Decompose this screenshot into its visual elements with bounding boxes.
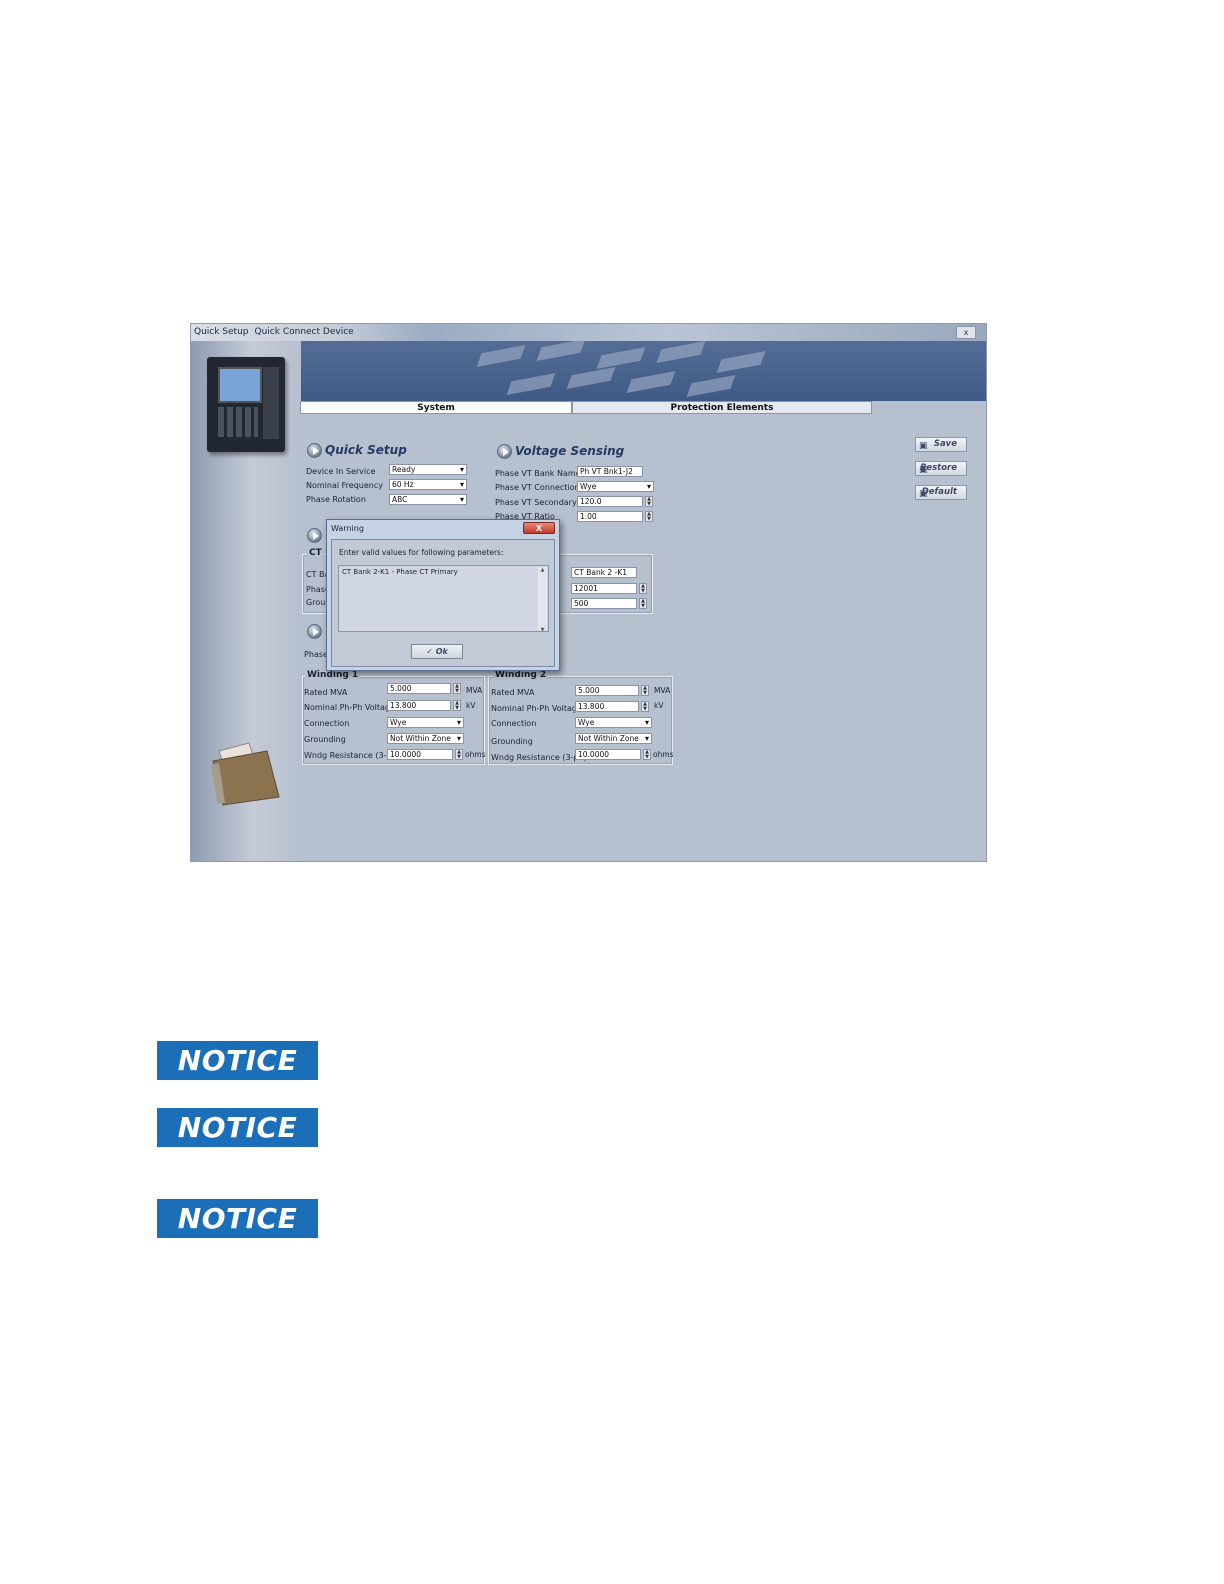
w1-rated-mva-spinner[interactable]: ▲ ▼ [453, 683, 461, 694]
winding1-title: Winding 1 [305, 670, 361, 680]
phase-vt-ratio-spinner[interactable]: ▲ ▼ [645, 511, 653, 522]
phase-vt-bank-name-input[interactable]: Ph VT Bnk1-J2 [577, 466, 643, 477]
w1-rated-mva-label: Rated MVA [304, 688, 348, 697]
phase-ct-primary-input[interactable]: 12001 [571, 583, 637, 594]
ground-ct-primary-spinner[interactable]: ▲ ▼ [639, 598, 647, 609]
relay-device-image [207, 357, 285, 452]
restore-icon: ▣ [919, 465, 928, 475]
phase-vt-secondary-spinner[interactable]: ▲ ▼ [645, 496, 653, 507]
ok-button[interactable]: ✓ Ok [411, 644, 463, 659]
w2-resistance-label: Wndg Resistance (3-ph) [491, 753, 587, 762]
device-screen [218, 367, 262, 403]
tab-protection-elements[interactable]: Protection Elements [572, 401, 872, 414]
phase-vt-ratio-input[interactable]: 1.00 [577, 511, 643, 522]
w2-resistance-spinner[interactable]: ▲ ▼ [643, 749, 651, 760]
winding2-title: Winding 2 [493, 670, 549, 680]
ok-label: Ok [435, 647, 448, 656]
quick-setup-arrow-icon[interactable] [307, 443, 322, 458]
folder-icon [211, 742, 280, 806]
device-in-service-label: Device In Service [306, 467, 376, 476]
w1-resistance-spinner[interactable]: ▲ ▼ [455, 749, 463, 760]
title-quick-connect: Quick Connect Device [254, 327, 354, 337]
w2-rated-mva-label: Rated MVA [491, 688, 535, 697]
w1-grounding-select[interactable]: Not Within Zone [387, 733, 464, 744]
w1-resistance-input[interactable]: 10.0000 [387, 749, 453, 760]
window-close-button[interactable]: x [956, 326, 976, 339]
notice-badge: NOTICE [157, 1041, 318, 1080]
phase-vt-secondary-label: Phase VT Secondary [495, 498, 577, 507]
w2-connection-select[interactable]: Wye [575, 717, 652, 728]
notice-badge: NOTICE [157, 1108, 318, 1147]
w1-nominal-voltage-input[interactable]: 13.800 [387, 700, 451, 711]
device-side-panel [263, 367, 279, 439]
notice-badge: NOTICE [157, 1199, 318, 1238]
device-keypad [218, 407, 258, 437]
w2-grounding-label: Grounding [491, 737, 533, 746]
save-label: Save [933, 439, 957, 449]
w2-rated-mva-spinner[interactable]: ▲ ▼ [641, 685, 649, 696]
ground-ct-primary-input[interactable]: 500 [571, 598, 637, 609]
ct-bank-name-input[interactable]: CT Bank 2 -K1 [571, 567, 637, 578]
default-icon: ▣ [919, 489, 928, 499]
w1-resistance-label: Wndg Resistance (3-ph) [304, 751, 400, 760]
ct-arrow-icon[interactable] [307, 528, 322, 543]
voltage-sensing-arrow-icon[interactable] [497, 444, 512, 459]
phase-ct-primary-spinner[interactable]: ▲ ▼ [639, 583, 647, 594]
list-scrollbar[interactable]: ▲ ▼ [538, 567, 547, 633]
list-item[interactable]: CT Bank 2-K1 - Phase CT Primary [342, 568, 458, 576]
phase-vt-connection-label: Phase VT Connection [495, 483, 580, 492]
w1-nominal-voltage-spinner[interactable]: ▲ ▼ [453, 700, 461, 711]
quick-setup-window: Quick Setup Quick Connect Device x System… [190, 323, 987, 862]
save-icon: ▣ [919, 441, 928, 451]
w1-connection-select[interactable]: Wye [387, 717, 464, 728]
header-banner [301, 341, 986, 401]
w1-connection-label: Connection [304, 719, 350, 728]
nominal-frequency-select[interactable]: 60 Hz [389, 479, 467, 490]
left-sidebar [191, 341, 301, 861]
default-button[interactable]: ▣ Default [915, 485, 967, 500]
device-in-service-select[interactable]: Ready [389, 464, 467, 475]
restore-button[interactable]: ▣ Restore [915, 461, 967, 476]
warning-message: Enter valid values for following paramet… [339, 548, 504, 557]
w2-grounding-select[interactable]: Not Within Zone [575, 733, 652, 744]
phase-rotation-select[interactable]: ABC [389, 494, 467, 505]
transformer-arrow-icon[interactable] [307, 624, 322, 639]
tab-system[interactable]: System [300, 401, 572, 414]
phase-fragment-label: Phase [304, 650, 328, 659]
w2-rated-mva-input[interactable]: 5.000 [575, 685, 639, 696]
check-icon: ✓ [426, 647, 433, 656]
w2-connection-label: Connection [491, 719, 537, 728]
save-button[interactable]: ▣ Save [915, 437, 967, 452]
warning-dialog-title: Warning [331, 524, 364, 533]
voltage-sensing-heading: Voltage Sensing [515, 444, 625, 458]
w2-nominal-voltage-input[interactable]: 13.800 [575, 701, 639, 712]
phase-vt-connection-select[interactable]: Wye [577, 481, 654, 492]
w2-nominal-voltage-unit: kV [654, 701, 664, 710]
w2-resistance-input[interactable]: 10.0000 [575, 749, 641, 760]
w2-nominal-voltage-label: Nominal Ph-Ph Voltage [491, 704, 582, 713]
invalid-parameters-list[interactable]: CT Bank 2-K1 - Phase CT Primary ▲ ▼ [338, 565, 549, 633]
quick-setup-heading: Quick Setup [325, 443, 407, 457]
w1-nominal-voltage-label: Nominal Ph-Ph Voltage [304, 703, 395, 712]
w1-resistance-unit: ohms [465, 750, 486, 759]
phase-vt-bank-name-label: Phase VT Bank Name [495, 469, 581, 478]
w1-grounding-label: Grounding [304, 735, 346, 744]
title-bar: Quick Setup Quick Connect Device x [191, 324, 986, 341]
warning-dialog-body: Enter valid values for following paramet… [331, 539, 555, 667]
w1-rated-mva-input[interactable]: 5.000 [387, 683, 451, 694]
window-title: Quick Setup Quick Connect Device [194, 327, 360, 337]
warning-dialog-close-button[interactable]: X [523, 522, 555, 534]
title-quick-setup: Quick Setup [194, 327, 249, 337]
w1-nominal-voltage-unit: kV [466, 701, 476, 710]
ct-heading: CT [307, 548, 324, 558]
w2-resistance-unit: ohms [653, 750, 674, 759]
w2-nominal-voltage-spinner[interactable]: ▲ ▼ [641, 701, 649, 712]
warning-dialog: Warning X Enter valid values for followi… [326, 519, 560, 671]
phase-rotation-label: Phase Rotation [306, 495, 366, 504]
phase-vt-secondary-input[interactable]: 120.0 [577, 496, 643, 507]
w2-rated-mva-unit: MVA [654, 686, 671, 695]
nominal-frequency-label: Nominal Frequency [306, 481, 383, 490]
w1-rated-mva-unit: MVA [466, 686, 483, 695]
